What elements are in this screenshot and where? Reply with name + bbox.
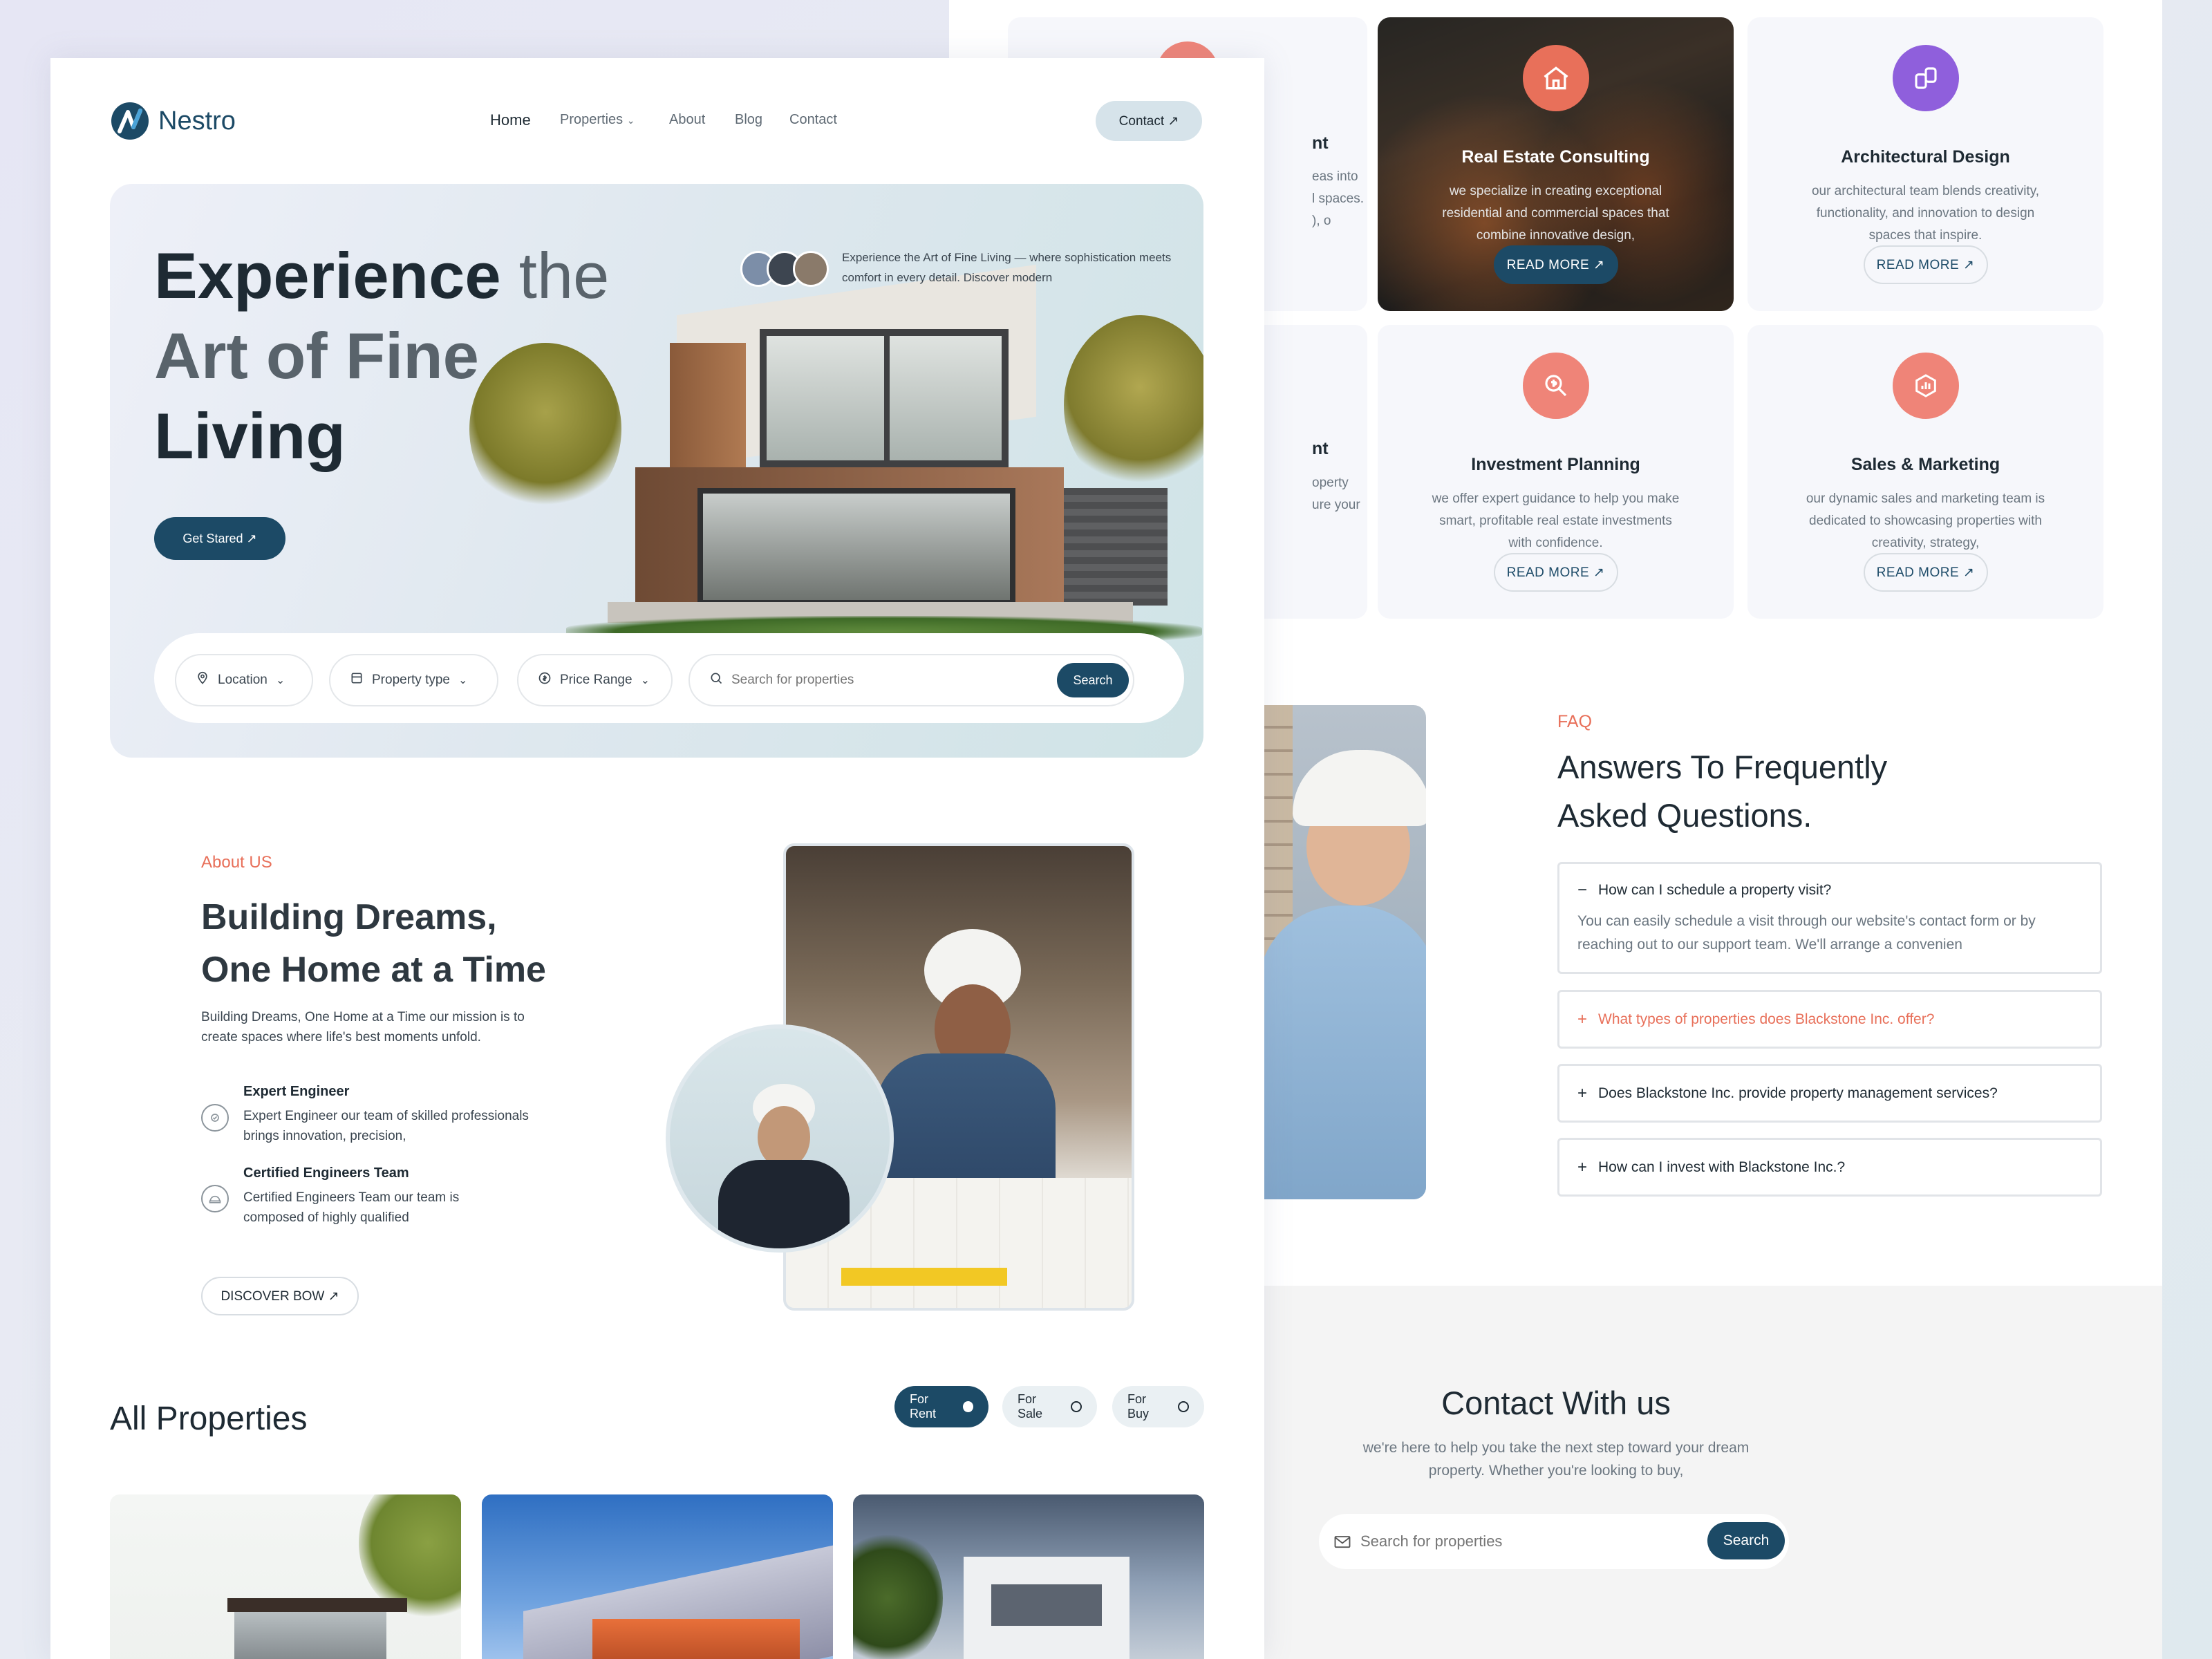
faq-item-open[interactable]: − How can I schedule a property visit? Yo…: [1557, 862, 2102, 974]
hero-title: Experience the Art of Fine Living: [154, 239, 610, 472]
hero-tagline: Experience the Art of Fine Living — wher…: [842, 251, 1172, 284]
partial-card-title: nt: [1312, 439, 1329, 458]
faq-question[interactable]: + What types of properties does Blackston…: [1577, 992, 1934, 1047]
contact-button[interactable]: Contact ↗: [1096, 101, 1202, 141]
minus-icon: −: [1577, 881, 1588, 899]
about-title: Building Dreams, One Home at a Time: [201, 897, 546, 990]
partial-card-text: operty ure your: [1312, 476, 1360, 512]
discover-button[interactable]: DISCOVER BOW ↗: [201, 1277, 359, 1315]
partial-card-title: nt: [1312, 133, 1329, 153]
tab-for-rent[interactable]: For Rent: [894, 1386, 988, 1427]
service-card-architecture[interactable]: Architectural Design our architectural t…: [1747, 17, 2103, 311]
faq-item[interactable]: + Does Blackstone Inc. provide property m…: [1557, 1064, 2102, 1123]
faq-question[interactable]: + How can I invest with Blackstone Inc.?: [1577, 1140, 1845, 1194]
service-card-consulting[interactable]: Real Estate Consulting we specialize in …: [1378, 17, 1734, 311]
service-card-sales[interactable]: Sales & Marketing our dynamic sales and …: [1747, 325, 2103, 619]
nav-blog[interactable]: Blog: [735, 112, 762, 128]
nav-contact[interactable]: Contact: [789, 112, 837, 128]
property-card[interactable]: [482, 1494, 833, 1659]
partial-card-text: eas into l spaces.), o: [1312, 169, 1364, 228]
tab-for-sale[interactable]: For Sale: [1002, 1386, 1097, 1427]
plus-icon: +: [1577, 1009, 1588, 1029]
badge-icon: [201, 1104, 229, 1132]
pin-icon: [196, 671, 209, 689]
nav-properties[interactable]: Properties ⌄: [560, 112, 635, 128]
faq-question[interactable]: + Does Blackstone Inc. provide property m…: [1577, 1066, 1998, 1121]
about-eyebrow: About US: [201, 853, 272, 872]
service-title: Real Estate Consulting: [1461, 147, 1650, 167]
search-input[interactable]: [731, 673, 1049, 688]
plus-icon: +: [1577, 1157, 1588, 1177]
design-icon: [1892, 45, 1959, 111]
service-text: our dynamic sales and marketing team is …: [1806, 491, 2045, 550]
service-text: we specialize in creating exceptional re…: [1442, 184, 1669, 243]
avatar: [793, 251, 829, 287]
brand-name[interactable]: Nestro: [158, 106, 236, 136]
radio-icon: [1071, 1401, 1082, 1412]
service-title: Architectural Design: [1841, 147, 2010, 167]
chart-icon: [1892, 353, 1959, 419]
read-more-button[interactable]: READ MORE ↗: [1493, 245, 1618, 284]
read-more-button[interactable]: READ MORE ↗: [1863, 553, 1988, 592]
avatar-group: [740, 248, 832, 290]
helmet-icon: [201, 1185, 229, 1212]
faq-title: Answers To Frequently Asked Questions.: [1557, 749, 1888, 834]
read-more-button[interactable]: READ MORE ↗: [1863, 245, 1988, 284]
contact-search-input[interactable]: [1360, 1526, 1685, 1557]
radio-icon: [1178, 1401, 1189, 1412]
location-dropdown[interactable]: Location ⌄: [175, 654, 313, 706]
chevron-down-icon: ⌄: [275, 675, 285, 686]
nestro-logo-icon[interactable]: [110, 101, 150, 141]
property-card[interactable]: [853, 1494, 1204, 1659]
property-card[interactable]: [110, 1494, 461, 1659]
property-type-dropdown[interactable]: Property type ⌄: [329, 654, 498, 706]
about-body: Building Dreams, One Home at a Time our …: [201, 1010, 525, 1044]
feature-title: Certified Engineers Team: [243, 1165, 409, 1181]
tab-for-buy[interactable]: For Buy: [1112, 1386, 1204, 1427]
service-title: Investment Planning: [1471, 455, 1640, 474]
price-range-dropdown[interactable]: Price Range ⌄: [517, 654, 673, 706]
house-icon: [1522, 45, 1589, 111]
engineer-man-photo: [666, 1024, 894, 1253]
search-field: Search: [688, 654, 1134, 706]
engineer-photo: [1244, 705, 1426, 1199]
faq-item[interactable]: + What types of properties does Blackston…: [1557, 990, 2102, 1049]
contact-text: we're here to help you take the next ste…: [1362, 1440, 1750, 1479]
landing-page-card: Nestro Home Properties ⌄ About Blog Cont…: [50, 58, 1264, 1659]
building-icon: [350, 671, 364, 689]
feature-title: Expert Engineer: [243, 1084, 350, 1099]
chevron-down-icon: ⌄: [458, 675, 468, 686]
search-icon: [709, 671, 723, 689]
search-button[interactable]: Search: [1057, 663, 1129, 697]
chevron-down-icon: ⌄: [626, 115, 635, 126]
chevron-down-icon: ⌄: [640, 675, 650, 686]
nav-about[interactable]: About: [669, 112, 705, 128]
service-title: Sales & Marketing: [1850, 455, 2000, 474]
contact-title: Contact With us: [1441, 1385, 1671, 1421]
faq-answer: You can easily schedule a visit through …: [1577, 913, 2036, 953]
mail-icon: [1334, 1536, 1351, 1548]
read-more-button[interactable]: READ MORE ↗: [1493, 553, 1618, 592]
faq-question[interactable]: − How can I schedule a property visit?: [1577, 881, 1831, 900]
plus-icon: +: [1577, 1083, 1588, 1103]
contact-search-bar: Search: [1319, 1514, 1789, 1569]
get-started-button[interactable]: Get Stared ↗: [154, 517, 285, 560]
nav-home[interactable]: Home: [490, 111, 531, 129]
dollar-icon: [1522, 353, 1589, 419]
service-card-investment[interactable]: Investment Planning we offer expert guid…: [1378, 325, 1734, 619]
feature-text: Certified Engineers Team our team is com…: [243, 1190, 460, 1225]
service-text: our architectural team blends creativity…: [1811, 184, 2040, 243]
contact-search-button[interactable]: Search: [1707, 1522, 1785, 1559]
dollar-icon: [538, 671, 552, 689]
check-icon: [962, 1401, 973, 1412]
service-text: we offer expert guidance to help you mak…: [1432, 491, 1680, 550]
feature-text: Expert Engineer our team of skilled prof…: [243, 1109, 529, 1143]
faq-item[interactable]: + How can I invest with Blackstone Inc.?: [1557, 1138, 2102, 1197]
properties-title: All Properties: [110, 1400, 308, 1437]
faq-eyebrow: FAQ: [1557, 712, 1593, 731]
